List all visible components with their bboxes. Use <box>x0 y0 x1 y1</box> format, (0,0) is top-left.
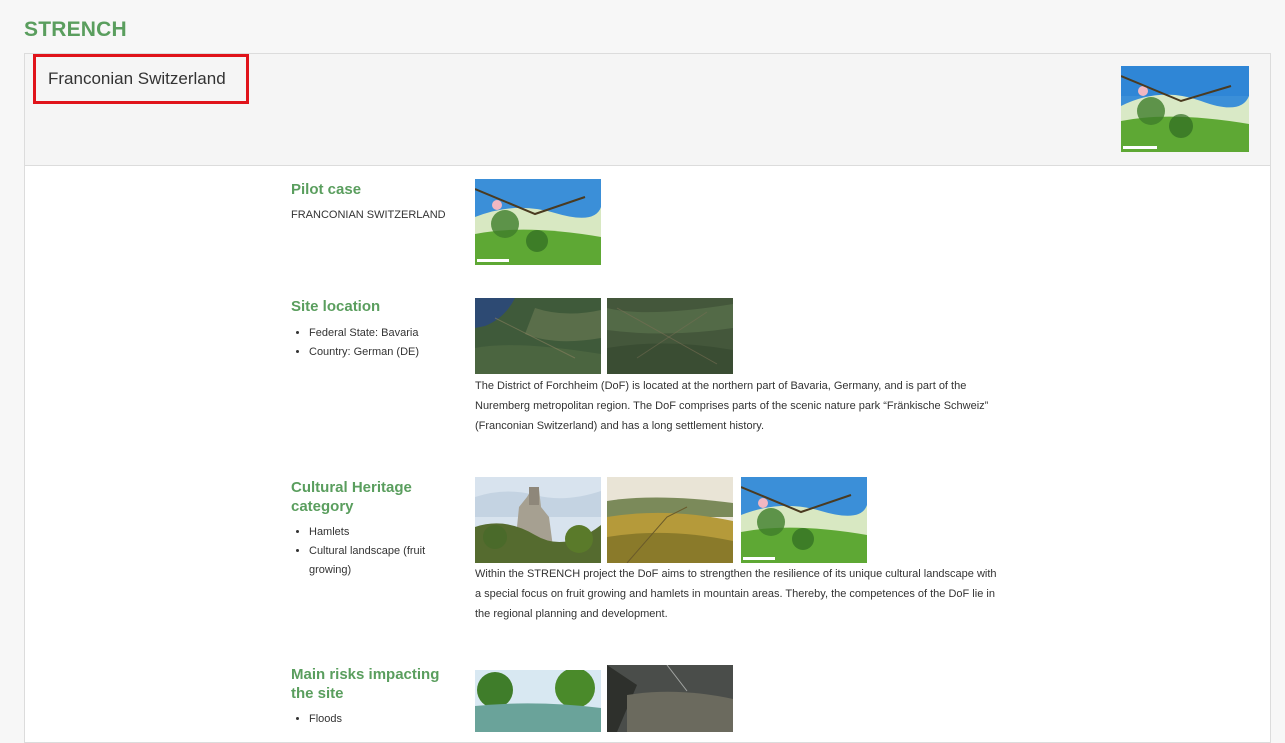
heritage-image-rock-tower[interactable] <box>475 477 601 563</box>
main-risks-list: Floods <box>291 710 342 729</box>
cultural-heritage-heading: Cultural Heritage category <box>291 479 412 515</box>
site-panel: Franconian Switzerland Pilot case FRANCO… <box>24 53 1271 743</box>
app-title: STRENCH <box>24 18 127 41</box>
site-location-heading: Site location <box>291 298 381 315</box>
list-item: Floods <box>309 710 342 729</box>
pilot-case-image[interactable] <box>475 179 601 265</box>
map-image-region[interactable] <box>475 298 601 374</box>
cultural-heritage-paragraph: Within the STRENCH project the DoF aims … <box>475 568 997 620</box>
list-item: Hamlets <box>309 523 459 542</box>
list-item: Cultural landscape (fruit growing) <box>309 542 459 580</box>
list-item: Country: German (DE) <box>309 343 419 362</box>
heritage-image-landscape[interactable] <box>607 477 733 563</box>
site-location-list: Federal State: Bavaria Country: German (… <box>291 324 419 362</box>
panel-header: Franconian Switzerland <box>25 54 1270 166</box>
cultural-heritage-list: Hamlets Cultural landscape (fruit growin… <box>291 523 459 580</box>
list-item: Federal State: Bavaria <box>309 324 419 343</box>
site-location-paragraph: The District of Forchheim (DoF) is locat… <box>475 380 989 432</box>
map-image-district[interactable] <box>607 298 733 374</box>
main-risks-heading: Main risks impacting the site <box>291 666 440 702</box>
heritage-image-blossom[interactable] <box>741 477 867 563</box>
risk-image-flood[interactable] <box>607 665 733 732</box>
site-title[interactable]: Franconian Switzerland <box>33 54 249 104</box>
header-thumbnail-blossom[interactable] <box>1121 66 1249 152</box>
risk-image-river[interactable] <box>475 670 601 732</box>
pilot-case-heading: Pilot case <box>291 181 362 198</box>
pilot-case-text: FRANCONIAN SWITZERLAND <box>291 209 446 221</box>
